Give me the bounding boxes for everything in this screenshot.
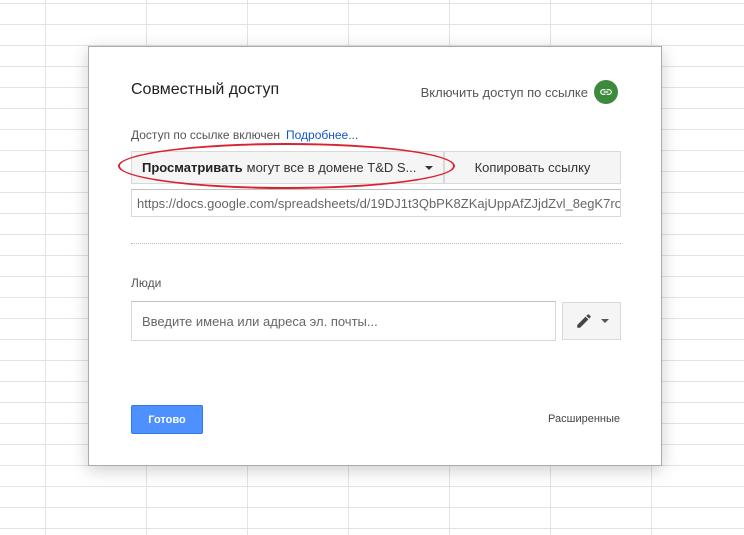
- link-permission-dropdown[interactable]: Просматривать могут все в домене T&D S..…: [131, 151, 444, 184]
- chevron-down-icon: [600, 319, 609, 323]
- dotted-divider: [131, 243, 621, 244]
- link-status-text: Доступ по ссылке включен: [131, 128, 280, 142]
- chevron-down-icon: [425, 166, 433, 170]
- copy-link-button[interactable]: Копировать ссылку: [444, 151, 621, 184]
- permission-edit-dropdown[interactable]: [562, 302, 621, 340]
- people-label: Люди: [131, 276, 162, 290]
- dialog-title: Совместный доступ: [131, 81, 280, 98]
- people-email-input[interactable]: Введите имена или адреса эл. почты...: [131, 301, 556, 341]
- link-icon[interactable]: [594, 80, 618, 104]
- advanced-link[interactable]: Расширенные: [548, 413, 620, 425]
- permission-scope: могут все в домене T&D S...: [246, 160, 417, 175]
- learn-more-link[interactable]: Подробнее...: [286, 128, 358, 142]
- share-dialog: Совместный доступ Включить доступ по ссы…: [88, 46, 662, 466]
- enable-link-sharing-label: Включить доступ по ссылке: [420, 84, 588, 100]
- enable-link-sharing-button[interactable]: Включить доступ по ссылке: [421, 79, 618, 105]
- share-url-field[interactable]: https://docs.google.com/spreadsheets/d/1…: [131, 189, 621, 217]
- link-status-row: Доступ по ссылке включен Подробнее...: [131, 128, 358, 142]
- link-icon-glyph: [600, 89, 612, 95]
- pencil-icon: [576, 314, 591, 328]
- permission-level: Просматривать: [142, 160, 243, 175]
- done-button[interactable]: Готово: [131, 405, 203, 434]
